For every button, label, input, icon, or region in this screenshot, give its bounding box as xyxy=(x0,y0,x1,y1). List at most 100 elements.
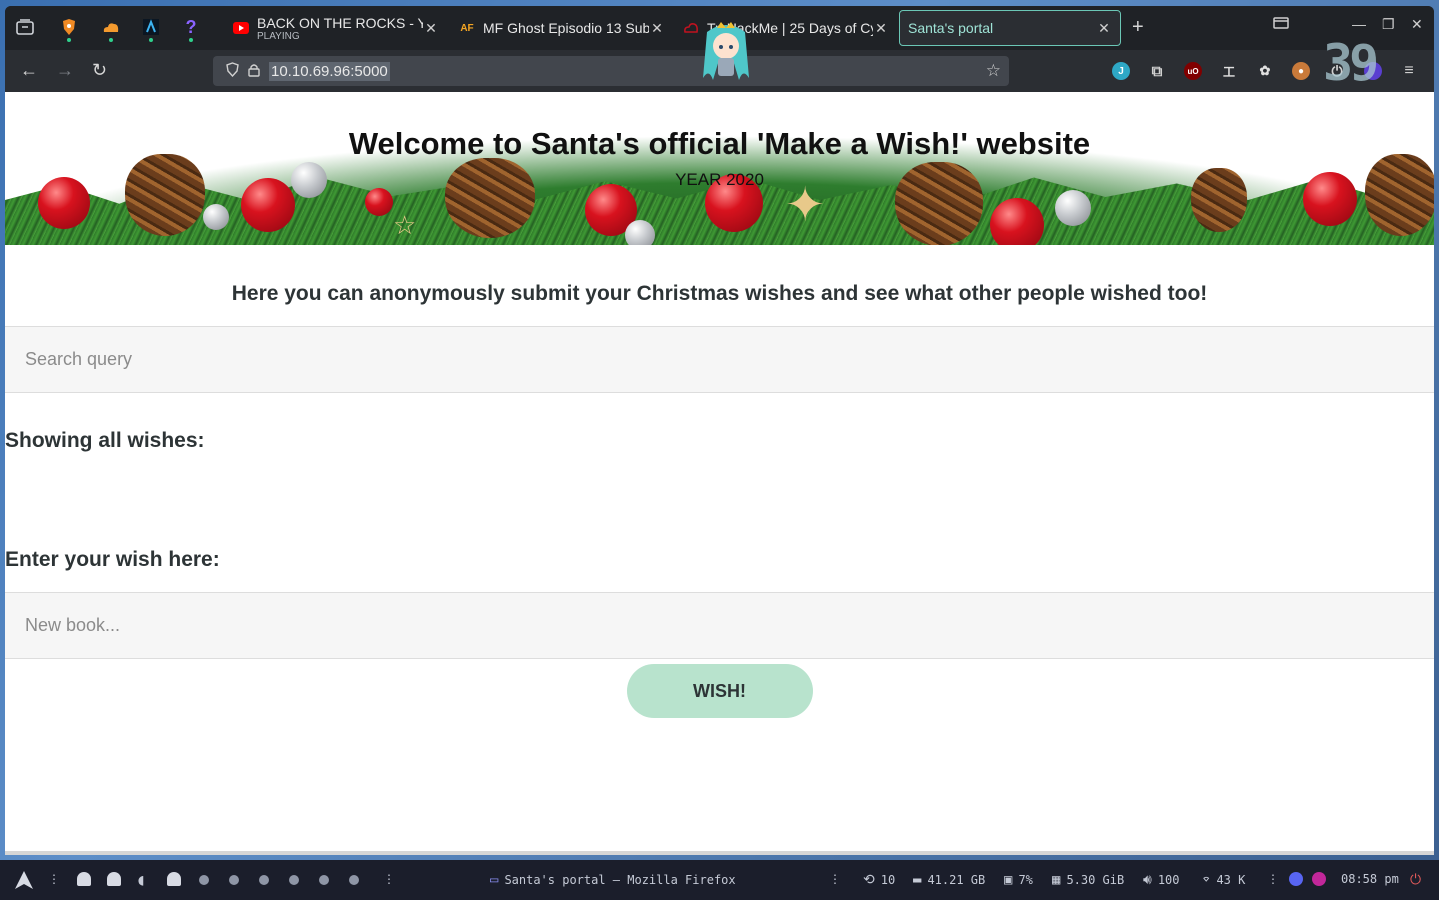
cloud-icon[interactable] xyxy=(100,16,122,42)
tab-mf-ghost[interactable]: AF MF Ghost Episodio 13 Sub ITA ✕ xyxy=(451,10,673,46)
tab-title: BACK ON THE ROCKS - YouTube xyxy=(257,14,423,31)
url-bar[interactable]: 10.10.69.96:5000 ☆ xyxy=(213,56,1009,86)
power-button-icon[interactable]: ⏻ xyxy=(1410,872,1421,888)
memory-value: 5.30 GiB xyxy=(1066,873,1125,887)
ornament-silver xyxy=(1055,190,1091,226)
bookmark-star-icon[interactable]: ☆ xyxy=(986,61,1001,81)
tab-santas-portal[interactable]: Santa's portal ✕ xyxy=(899,10,1121,46)
clock-time: 08:58 pm xyxy=(1341,872,1399,886)
reload-icon[interactable]: ↻ xyxy=(92,60,107,81)
network-widget[interactable]: ⌔ 43 K xyxy=(1202,872,1245,888)
menu-hamburger-icon[interactable]: ≡ xyxy=(1400,62,1418,80)
window-icon: ▭ xyxy=(490,872,499,888)
speaker-icon: 🔊︎ xyxy=(1143,872,1152,888)
cpu-icon: ▣ xyxy=(1004,872,1013,888)
showing-wishes-heading: Showing all wishes: xyxy=(5,429,205,452)
active-window-title: Santa's portal — Mozilla Firefox xyxy=(504,873,736,887)
workspace-dot[interactable] xyxy=(349,875,359,885)
enter-wish-heading: Enter your wish here: xyxy=(5,548,220,571)
youtube-icon xyxy=(233,20,249,36)
animeforce-icon: AF xyxy=(460,22,474,34)
workspace-dot[interactable] xyxy=(199,875,209,885)
tray-app-icon[interactable] xyxy=(1312,872,1326,886)
workspace-dot[interactable] xyxy=(259,875,269,885)
lock-icon[interactable] xyxy=(243,63,265,80)
page-year: YEAR 2020 xyxy=(675,170,764,189)
search-placeholder: Search query xyxy=(25,349,133,369)
restore-icon[interactable]: ❐ xyxy=(1382,16,1395,33)
ornament-red xyxy=(990,198,1044,245)
workspace-dot[interactable] xyxy=(229,875,239,885)
network-value: 43 K xyxy=(1216,873,1246,887)
horizontal-scrollbar[interactable] xyxy=(5,851,1434,855)
translate-icon[interactable]: 工 xyxy=(1220,62,1238,80)
minimize-icon[interactable]: — xyxy=(1352,16,1366,32)
ublock-icon[interactable]: uO xyxy=(1184,62,1202,80)
disk-widget[interactable]: ▬ 41.21 GB xyxy=(913,872,985,888)
close-tab-icon[interactable]: ✕ xyxy=(1096,20,1112,37)
wish-button[interactable]: WISH! xyxy=(626,664,813,718)
anime-extension-icon[interactable]: ✿ xyxy=(1256,62,1274,80)
overlay-clock: 39 xyxy=(1323,34,1379,92)
christmas-banner: ✦ ☆ Welcome to Santa's official 'Make a … xyxy=(5,92,1434,245)
url-text[interactable]: 10.10.69.96:5000 xyxy=(269,61,390,81)
forward-arrow-icon[interactable]: → xyxy=(56,60,74,81)
tab-overview-icon[interactable] xyxy=(14,16,36,38)
page-title: Welcome to Santa's official 'Make a Wish… xyxy=(348,126,1091,161)
updates-icon: ⟲ xyxy=(863,872,875,888)
extensions-puzzle-icon[interactable]: ⧉ xyxy=(1148,62,1166,80)
updates-count: 10 xyxy=(880,873,896,887)
close-window-icon[interactable]: ✕ xyxy=(1411,16,1423,33)
tab-title: Santa's portal xyxy=(908,20,994,36)
ornament-silver xyxy=(203,204,229,230)
active-window[interactable]: ▭ Santa's portal — Mozilla Firefox xyxy=(490,872,736,888)
separator-icon: ⋮ xyxy=(48,872,60,886)
new-tab-button[interactable]: + xyxy=(1132,16,1144,39)
close-tab-icon[interactable]: ✕ xyxy=(423,20,439,37)
separator-icon: ⋮ xyxy=(1267,872,1279,886)
close-tab-icon[interactable]: ✕ xyxy=(873,20,889,37)
extension-j-icon[interactable]: J xyxy=(1112,62,1130,80)
disk-icon: ▬ xyxy=(913,872,922,888)
wifi-icon: ⌔ xyxy=(1202,872,1211,888)
search-input[interactable]: Search query xyxy=(5,326,1434,393)
system-taskbar: ⋮ ◖ ⋮ ▭ Santa's portal — Mozilla Firefox… xyxy=(0,860,1439,900)
workspace-ghost-icon[interactable] xyxy=(77,872,91,886)
memory-widget[interactable]: ▦ 5.30 GiB xyxy=(1052,872,1124,888)
workspace-pacman-icon[interactable]: ◖ xyxy=(136,870,146,889)
cpu-widget[interactable]: ▣ 7% xyxy=(1004,872,1033,888)
anime-mascot-icon xyxy=(699,20,753,86)
workspace-ghost-icon[interactable] xyxy=(167,872,181,886)
pinecone xyxy=(1365,154,1434,236)
workspace-dot[interactable] xyxy=(289,875,299,885)
star-ornament: ☆ xyxy=(393,210,417,240)
memory-icon: ▦ xyxy=(1052,872,1061,888)
tab-youtube[interactable]: BACK ON THE ROCKS - YouTube PLAYING ✕ xyxy=(225,10,447,46)
ornament-red xyxy=(365,188,393,216)
workspace-dot[interactable] xyxy=(319,875,329,885)
anilist-icon[interactable] xyxy=(140,16,162,42)
tab-playing-label: PLAYING xyxy=(257,30,300,42)
back-arrow-icon[interactable]: ← xyxy=(20,60,38,81)
tryhackme-icon xyxy=(683,20,699,36)
arch-launcher-icon[interactable] xyxy=(14,870,34,890)
intro-text: Here you can anonymously submit your Chr… xyxy=(231,282,1208,305)
volume-widget[interactable]: 🔊︎ 100 xyxy=(1143,872,1180,888)
web-page: ✦ ☆ Welcome to Santa's official 'Make a … xyxy=(5,92,1434,855)
cookie-icon[interactable]: ● xyxy=(1292,62,1310,80)
tray-discord-icon[interactable] xyxy=(1289,872,1303,886)
separator-icon: ⋮ xyxy=(383,872,395,886)
wish-input[interactable]: New book... xyxy=(5,592,1434,659)
wish-placeholder: New book... xyxy=(25,615,121,635)
question-mark-icon[interactable]: ? xyxy=(180,16,202,42)
window-list-icon[interactable] xyxy=(1273,16,1289,32)
close-tab-icon[interactable]: ✕ xyxy=(649,20,665,37)
brave-shield-icon[interactable] xyxy=(58,16,80,42)
pinecone xyxy=(125,154,205,236)
workspace-ghost-icon[interactable] xyxy=(107,872,121,886)
shield-icon[interactable] xyxy=(221,62,243,80)
browser-window: ? BACK ON THE ROCKS - YouTube PLAYING ✕ … xyxy=(5,6,1434,855)
volume-value: 100 xyxy=(1157,873,1180,887)
updates-widget[interactable]: ⟲ 10 xyxy=(863,872,895,888)
clock[interactable]: 08:58 pm xyxy=(1341,872,1399,886)
